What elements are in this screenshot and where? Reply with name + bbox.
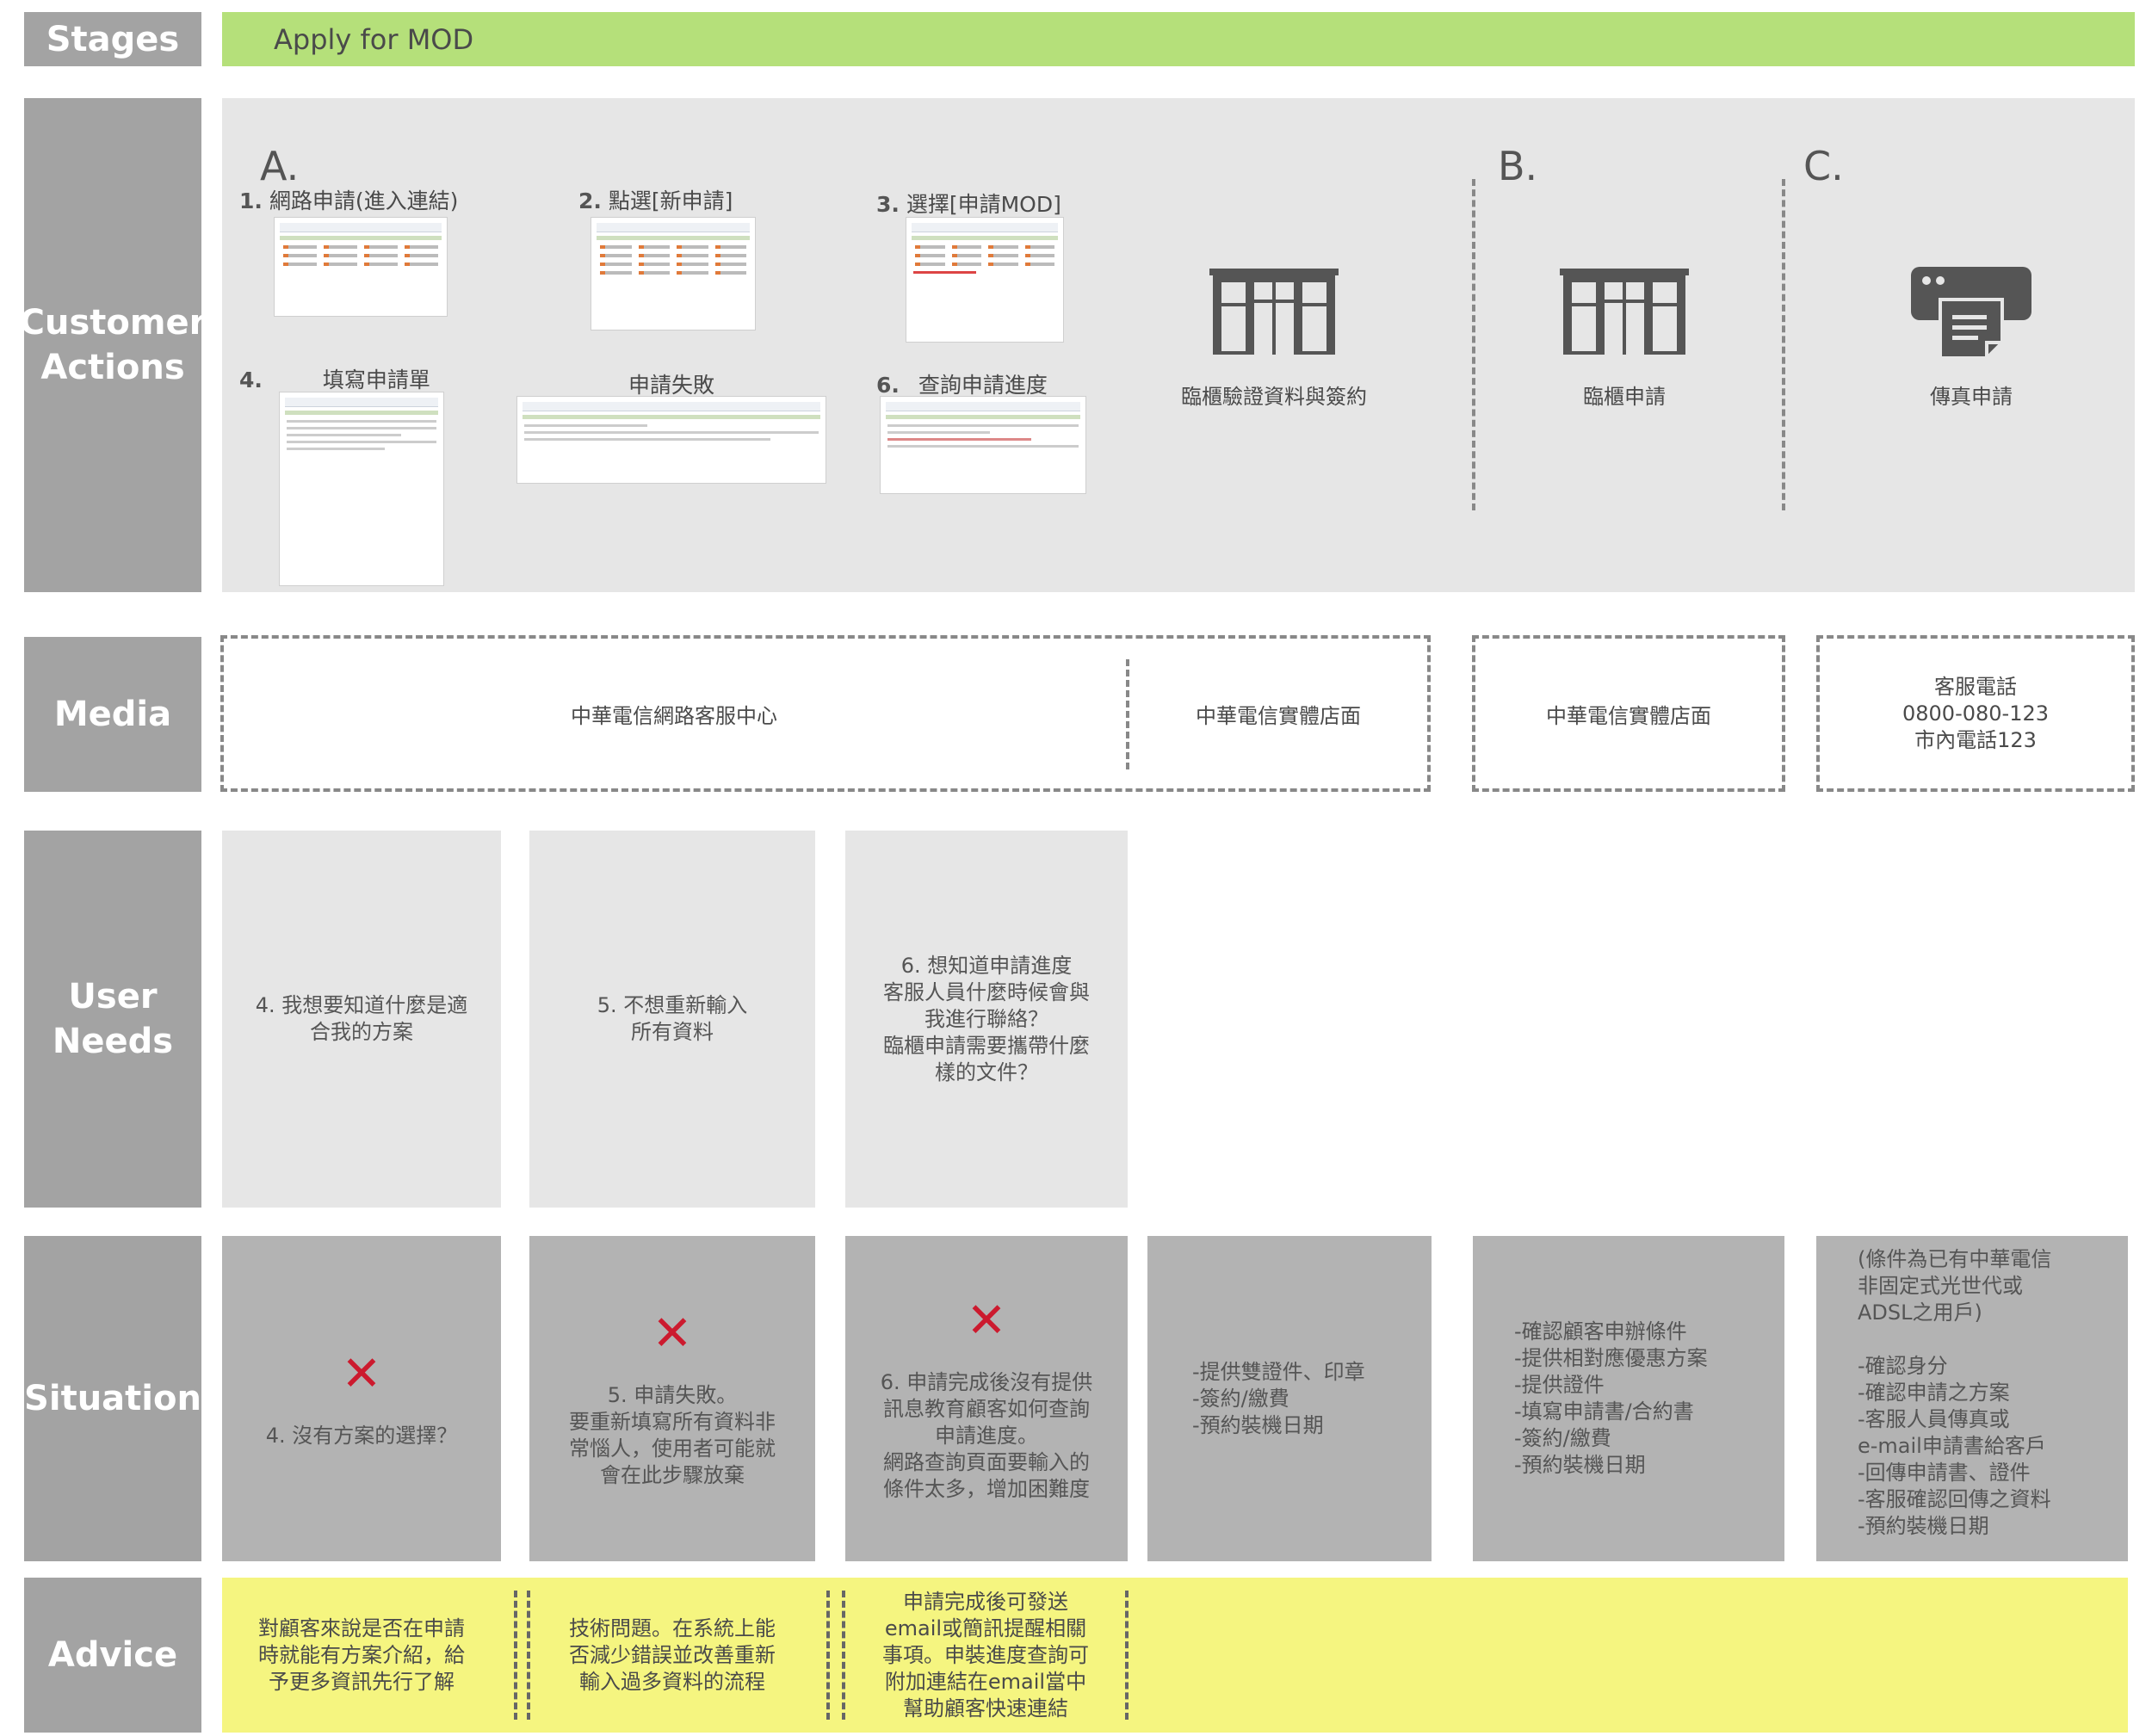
screenshot-thumbnail [591,217,756,331]
advice-panel [222,1578,2128,1733]
advice-text: 申請完成後可發送 email或簡訊提醒相關 事項。申裝進度查詢可 附加連結在em… [852,1578,1119,1733]
step-5: 申請失敗 [628,373,715,398]
store-icon [1560,269,1689,355]
advice-divider [826,1591,830,1720]
media-store-a: 中華電信實體店面 [1196,703,1361,728]
situation-card: ✕ 6. 申請完成後沒有提供 訊息教育顧客如何查詢 申請進度。 網路查詢頁面要輸… [845,1236,1128,1561]
media-online-service: 中華電信網路客服中心 [571,703,777,728]
situation-text: -確認顧客申辦條件 -提供相對應優惠方案 -提供證件 -填寫申請書/合約書 -簽… [1514,1319,1708,1477]
advice-divider [527,1591,530,1720]
step-1: 1. 網路申請(進入連結) [239,188,459,213]
section-label-b: B. [1498,143,1538,189]
media-phone: 客服電話 0800-080-123 市內電話123 [1816,635,2135,792]
advice-text: 對顧客來說是否在申請 時就能有方案介紹，給 予更多資訊先行了解 [232,1578,491,1733]
advice-divider [842,1591,845,1720]
screenshot-thumbnail [516,396,826,484]
store-icon [1209,269,1339,355]
advice-text: 技術問題。在系統上能 否減少錯誤並改善重新 輸入過多資料的流程 [541,1578,804,1733]
user-need-card: 4. 我想要知道什麼是適 合我的方案 [222,831,501,1208]
icon-label-store-verify: 臨櫃驗證資料與簽約 [1181,384,1367,409]
situation-text: -提供雙證件、印章 -簽約/繳費 -預約裝機日期 [1192,1359,1365,1437]
section-label-a: A. [260,143,300,189]
situation-card: -提供雙證件、印章 -簽約/繳費 -預約裝機日期 [1147,1236,1432,1561]
screenshot-thumbnail [906,217,1064,343]
screenshot-thumbnail [880,396,1086,494]
row-label-media: Media [24,637,201,792]
icon-label-store-apply: 臨櫃申請 [1583,384,1666,409]
situation-text: 4. 沒有方案的選擇？ [265,1423,458,1448]
section-divider [1782,179,1785,510]
user-need-card: 5. 不想重新輸入 所有資料 [529,831,815,1208]
screenshot-thumbnail [274,217,448,317]
section-label-c: C. [1803,143,1844,189]
situation-text: 5. 申請失敗。 要重新填寫所有資料非 常惱人，使用者可能就 會在此步驟放棄 [569,1383,776,1487]
step-6: 6. 查詢申請進度 [876,373,1048,398]
fax-icon [1911,267,2031,360]
situation-card: ✕ 5. 申請失敗。 要重新填寫所有資料非 常惱人，使用者可能就 會在此步驟放棄 [529,1236,815,1561]
section-divider [1472,179,1475,510]
cross-mark-icon: ✕ [652,1306,693,1362]
step-4: 4. 填寫申請單 [239,368,430,392]
cross-mark-icon: ✕ [341,1345,382,1402]
stage-banner: Apply for MOD [222,12,2135,66]
situation-card: ✕ 4. 沒有方案的選擇？ [222,1236,501,1561]
advice-divider [514,1591,517,1720]
media-store-b: 中華電信實體店面 [1472,635,1785,792]
situation-card: -確認顧客申辦條件 -提供相對應優惠方案 -提供證件 -填寫申請書/合約書 -簽… [1473,1236,1784,1561]
customer-actions-panel [222,98,2135,592]
screenshot-thumbnail [279,392,444,586]
user-need-card: 6. 想知道申請進度 客服人員什麼時候會與 我進行聯絡？ 臨櫃申請需要攜帶什麼 … [845,831,1128,1208]
row-label-user-needs: User Needs [24,831,201,1208]
situation-text: (條件為已有中華電信 非固定式光世代或 ADSL之用戶) -確認身分 -確認申請… [1858,1247,2052,1538]
row-label-advice: Advice [24,1578,201,1733]
icon-label-fax-apply: 傳真申請 [1930,384,2013,409]
row-label-situation: Situation [24,1236,201,1561]
cross-mark-icon: ✕ [966,1292,1007,1349]
advice-divider [1125,1591,1129,1720]
situation-text: 6. 申請完成後沒有提供 訊息教育顧客如何查詢 申請進度。 網路查詢頁面要輸入的… [880,1369,1093,1501]
row-label-customer-actions: Customer Actions [20,98,206,592]
row-label-stages: Stages [24,12,201,66]
situation-card: (條件為已有中華電信 非固定式光世代或 ADSL之用戶) -確認身分 -確認申請… [1816,1236,2128,1561]
step-3: 3. 選擇[申請MOD] [876,192,1061,217]
step-2: 2. 點選[新申請] [578,188,733,213]
